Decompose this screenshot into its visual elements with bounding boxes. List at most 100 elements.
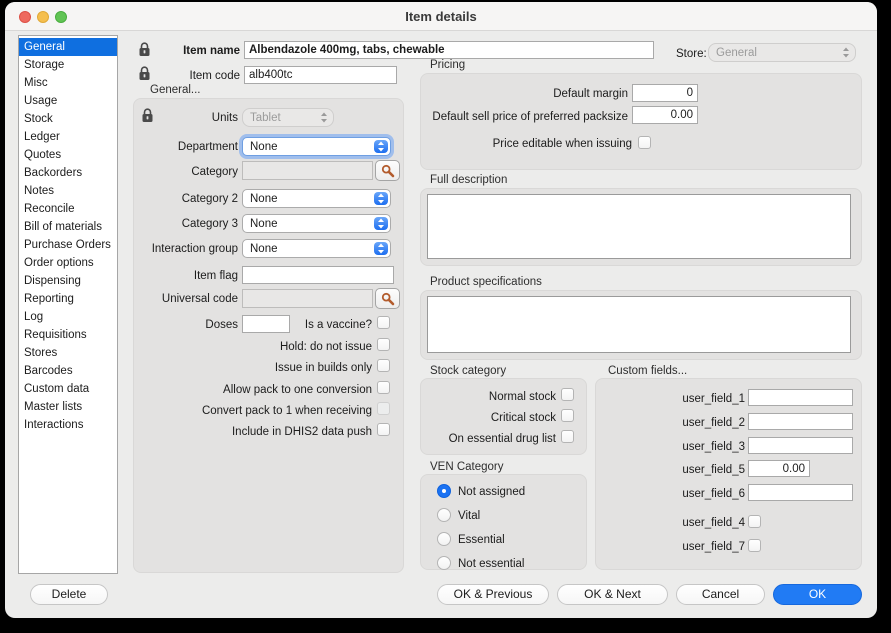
sidebar-item-interactions[interactable]: Interactions (19, 416, 117, 434)
category2-dropdown-value: None (250, 192, 278, 206)
stock-category-title: Stock category (430, 365, 506, 377)
sidebar-item-backorders[interactable]: Backorders (19, 164, 117, 182)
ven-vital-label: Vital (458, 509, 578, 523)
convert-pack-to-1-label: Convert pack to 1 when receiving (150, 404, 372, 418)
sidebar-item-notes[interactable]: Notes (19, 182, 117, 200)
ven-essential-label: Essential (458, 533, 578, 547)
user-field-2-label: user_field_2 (615, 416, 745, 430)
category-input (242, 161, 373, 180)
department-label: Department (120, 140, 238, 154)
store-dropdown: General (708, 43, 856, 62)
critical-stock-label: Critical stock (420, 411, 556, 425)
user-field-5-input[interactable] (748, 460, 810, 477)
category3-dropdown-value: None (250, 217, 278, 231)
sidebar-item-log[interactable]: Log (19, 308, 117, 326)
sidebar-item-storage[interactable]: Storage (19, 56, 117, 74)
item-code-input[interactable] (244, 66, 397, 84)
magnifier-icon (381, 164, 395, 178)
product-specifications-title: Product specifications (430, 276, 542, 288)
allow-pack-to-one-conversion-checkbox[interactable] (377, 381, 390, 394)
user-field-2-input[interactable] (748, 413, 853, 430)
ven-essential-radio[interactable] (437, 532, 451, 546)
sidebar-item-misc[interactable]: Misc (19, 74, 117, 92)
user-field-3-label: user_field_3 (615, 440, 745, 454)
default-margin-input[interactable] (632, 84, 698, 102)
cancel-button[interactable]: Cancel (676, 584, 765, 605)
sidebar-item-bill-of-materials[interactable]: Bill of materials (19, 218, 117, 236)
sidebar-item-reporting[interactable]: Reporting (19, 290, 117, 308)
ok-button[interactable]: OK (773, 584, 862, 605)
sidebar-item-requisitions[interactable]: Requisitions (19, 326, 117, 344)
screen: Item details General Storage Misc Usage … (0, 0, 891, 633)
include-dhis2-checkbox[interactable] (377, 423, 390, 436)
user-field-6-input[interactable] (748, 484, 853, 501)
custom-fields-title: Custom fields... (608, 365, 687, 377)
user-field-3-input[interactable] (748, 437, 853, 454)
sidebar-item-purchase-orders[interactable]: Purchase Orders (19, 236, 117, 254)
default-sell-price-input[interactable] (632, 106, 698, 124)
store-label: Store: (676, 47, 708, 61)
item-flag-input[interactable] (242, 266, 394, 284)
category3-dropdown[interactable]: None (242, 214, 391, 233)
sidebar-item-stores[interactable]: Stores (19, 344, 117, 362)
user-field-5-label: user_field_5 (615, 463, 745, 477)
sidebar-item-dispensing[interactable]: Dispensing (19, 272, 117, 290)
ok-next-button[interactable]: OK & Next (557, 584, 668, 605)
normal-stock-checkbox[interactable] (561, 388, 574, 401)
issue-in-builds-only-checkbox[interactable] (377, 359, 390, 372)
store-dropdown-value: General (716, 46, 757, 60)
universal-code-label: Universal code (120, 292, 238, 306)
sidebar-item-order-options[interactable]: Order options (19, 254, 117, 272)
sidebar-item-stock[interactable]: Stock (19, 110, 117, 128)
ven-not-assigned-label: Not assigned (458, 485, 578, 499)
default-margin-label: Default margin (420, 87, 628, 101)
department-dropdown-value: None (250, 140, 278, 154)
product-specifications-textarea[interactable] (427, 296, 851, 353)
full-description-title: Full description (430, 174, 507, 186)
sidebar: General Storage Misc Usage Stock Ledger … (18, 35, 118, 574)
sidebar-item-custom-data[interactable]: Custom data (19, 380, 117, 398)
sidebar-item-barcodes[interactable]: Barcodes (19, 362, 117, 380)
universal-code-input (242, 289, 373, 308)
category2-label: Category 2 (130, 192, 238, 206)
ven-not-assigned-radio[interactable] (437, 484, 451, 498)
item-name-label: Item name (128, 44, 240, 58)
sidebar-item-quotes[interactable]: Quotes (19, 146, 117, 164)
sidebar-item-general[interactable]: General (19, 38, 117, 56)
ven-vital-radio[interactable] (437, 508, 451, 522)
price-editable-label: Price editable when issuing (420, 137, 632, 151)
department-dropdown[interactable]: None (242, 137, 391, 156)
chevron-updown-icon (374, 192, 388, 205)
full-description-textarea[interactable] (427, 194, 851, 259)
category3-label: Category 3 (130, 217, 238, 231)
user-field-4-checkbox[interactable] (748, 515, 761, 528)
user-field-1-input[interactable] (748, 389, 853, 406)
hold-do-not-issue-checkbox[interactable] (377, 338, 390, 351)
user-field-7-label: user_field_7 (615, 540, 745, 554)
critical-stock-checkbox[interactable] (561, 409, 574, 422)
ok-previous-button[interactable]: OK & Previous (437, 584, 549, 605)
price-editable-checkbox[interactable] (638, 136, 651, 149)
pricing-group-title: Pricing (430, 59, 465, 71)
interaction-group-label: Interaction group (110, 242, 238, 256)
sidebar-item-reconcile[interactable]: Reconcile (19, 200, 117, 218)
is-a-vaccine-checkbox[interactable] (377, 316, 390, 329)
universal-code-search-button[interactable] (375, 288, 400, 309)
ven-not-essential-radio[interactable] (437, 556, 451, 570)
essential-drug-list-checkbox[interactable] (561, 430, 574, 443)
issue-in-builds-only-label: Issue in builds only (150, 361, 372, 375)
doses-label: Doses (150, 318, 238, 332)
magnifier-icon (381, 292, 395, 306)
is-a-vaccine-label: Is a vaccine? (240, 318, 372, 332)
units-dropdown: Tablet (242, 108, 334, 127)
category-search-button[interactable] (375, 160, 400, 181)
item-name-input[interactable] (244, 41, 654, 59)
delete-button[interactable]: Delete (30, 584, 108, 605)
sidebar-item-usage[interactable]: Usage (19, 92, 117, 110)
sidebar-item-ledger[interactable]: Ledger (19, 128, 117, 146)
window-title: Item details (5, 9, 877, 24)
category2-dropdown[interactable]: None (242, 189, 391, 208)
user-field-7-checkbox[interactable] (748, 539, 761, 552)
sidebar-item-master-lists[interactable]: Master lists (19, 398, 117, 416)
interaction-group-dropdown[interactable]: None (242, 239, 391, 258)
